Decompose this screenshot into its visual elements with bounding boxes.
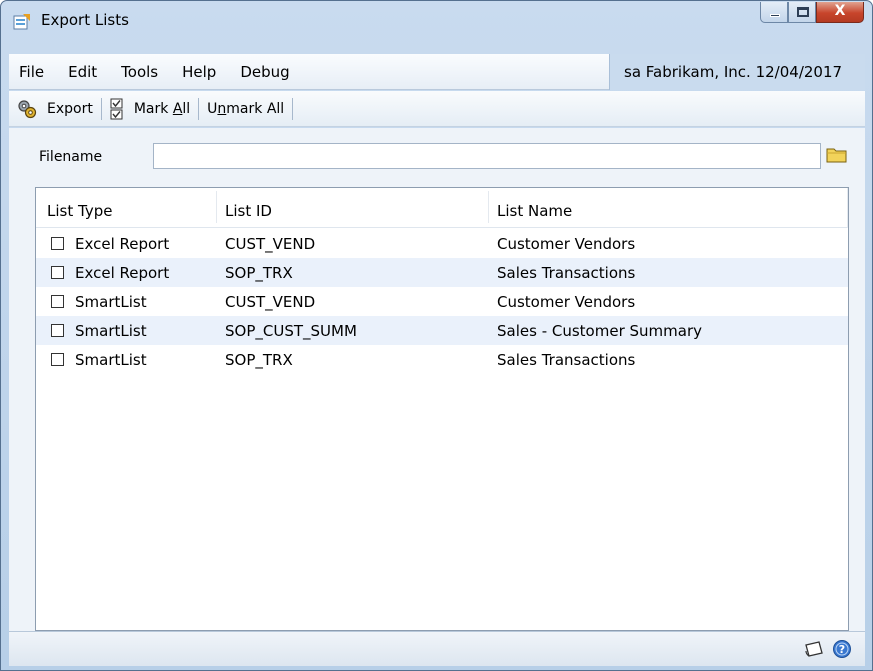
- close-icon: X: [834, 3, 846, 19]
- list-id-cell: CUST_VEND: [225, 293, 316, 311]
- export-lists-icon: [13, 14, 30, 30]
- menu-help[interactable]: Help: [170, 63, 228, 81]
- list-type-cell: SmartList: [75, 293, 147, 311]
- list-name-cell: Customer Vendors: [497, 235, 636, 253]
- column-divider[interactable]: [488, 191, 489, 223]
- list-row[interactable]: SmartList CUST_VEND Customer Vendors: [36, 287, 848, 316]
- unmark-all-accelerator: n: [217, 100, 227, 117]
- unmark-all-button[interactable]: Unmark All: [199, 95, 292, 123]
- unmark-all-label-suffix: mark All: [226, 100, 285, 117]
- column-header-list-id[interactable]: List ID: [225, 202, 272, 220]
- gear-icon: [18, 99, 37, 118]
- list-name-cell: Sales Transactions: [497, 351, 636, 369]
- list-header: List Type List ID List Name: [36, 188, 848, 228]
- row-checkbox[interactable]: [51, 324, 64, 337]
- filename-label: Filename: [39, 149, 103, 165]
- mark-all-button[interactable]: Mark All: [102, 95, 198, 123]
- row-checkbox[interactable]: [51, 237, 64, 250]
- list-id-cell: SOP_TRX: [225, 264, 293, 282]
- list-row[interactable]: SmartList SOP_CUST_SUMM Sales - Customer…: [36, 316, 848, 345]
- mark-all-accelerator: A: [172, 100, 183, 117]
- status-date: 12/04/2017: [755, 63, 843, 81]
- list-name-cell: Sales - Customer Summary: [497, 322, 702, 340]
- list-type-cell: Excel Report: [75, 264, 170, 282]
- row-checkbox[interactable]: [51, 353, 64, 366]
- main-panel: Filename List Type List ID List Name Exc…: [9, 128, 865, 631]
- menu-items: File Edit Tools Help Debug: [9, 54, 302, 90]
- note-icon[interactable]: [803, 639, 825, 659]
- list-row[interactable]: Excel Report SOP_TRX Sales Transactions: [36, 258, 848, 287]
- folder-icon[interactable]: [826, 146, 848, 164]
- list-id-cell: SOP_TRX: [225, 351, 293, 369]
- minimize-button[interactable]: [760, 2, 788, 23]
- unmark-all-label-prefix: U: [207, 100, 218, 117]
- toolbar: Export Mark All Unmark All: [9, 91, 865, 127]
- status-user: sa: [624, 63, 642, 81]
- list-row[interactable]: SmartList SOP_TRX Sales Transactions: [36, 345, 848, 374]
- filename-input[interactable]: [153, 143, 821, 169]
- list-id-cell: CUST_VEND: [225, 235, 316, 253]
- maximize-icon: [797, 7, 809, 17]
- export-label: Export: [47, 100, 93, 117]
- user-company-date-status: sa Fabrikam, Inc. 12/04/2017: [609, 54, 865, 90]
- list-name-cell: Sales Transactions: [497, 264, 636, 282]
- list-name-cell: Customer Vendors: [497, 293, 636, 311]
- mark-all-label-prefix: Mark: [133, 100, 173, 117]
- row-checkbox[interactable]: [51, 295, 64, 308]
- menu-file[interactable]: File: [9, 63, 56, 81]
- column-header-list-name[interactable]: List Name: [497, 202, 572, 220]
- list-id-cell: SOP_CUST_SUMM: [225, 322, 357, 340]
- minimize-icon: [770, 14, 780, 17]
- window-title: Export Lists: [41, 11, 129, 29]
- list-type-cell: Excel Report: [75, 235, 170, 253]
- list-type-cell: SmartList: [75, 351, 147, 369]
- list-row[interactable]: Excel Report CUST_VEND Customer Vendors: [36, 229, 848, 258]
- menu-edit[interactable]: Edit: [56, 63, 109, 81]
- close-button[interactable]: X: [816, 2, 864, 23]
- list-type-cell: SmartList: [75, 322, 147, 340]
- menu-tools[interactable]: Tools: [109, 63, 170, 81]
- column-divider[interactable]: [216, 191, 217, 223]
- list-rows: Excel Report CUST_VEND Customer Vendors …: [36, 229, 848, 374]
- checkbox-pair-icon: [110, 98, 123, 119]
- window-controls: X: [760, 2, 864, 24]
- maximize-button[interactable]: [788, 2, 816, 23]
- status-bar: ?: [9, 631, 865, 666]
- svg-text:?: ?: [839, 643, 845, 656]
- column-header-list-type[interactable]: List Type: [47, 202, 112, 220]
- row-checkbox[interactable]: [51, 266, 64, 279]
- menu-bar: File Edit Tools Help Debug sa Fabrikam, …: [9, 54, 865, 90]
- help-icon[interactable]: ?: [832, 639, 852, 659]
- mark-all-label-suffix: ll: [182, 100, 191, 117]
- title-bar[interactable]: Export Lists X: [1, 1, 872, 41]
- export-list-grid[interactable]: List Type List ID List Name Excel Report…: [35, 187, 849, 631]
- toolbar-divider: [292, 97, 294, 120]
- column-divider: [847, 188, 848, 228]
- mark-all-label: Mark All: [134, 101, 190, 117]
- export-lists-window: Export Lists X File Edit Tools Help Debu…: [0, 0, 873, 671]
- unmark-all-label: Unmark All: [207, 101, 284, 117]
- export-button[interactable]: Export: [9, 95, 101, 123]
- status-company: Fabrikam, Inc.: [645, 63, 751, 81]
- menu-debug[interactable]: Debug: [228, 63, 301, 81]
